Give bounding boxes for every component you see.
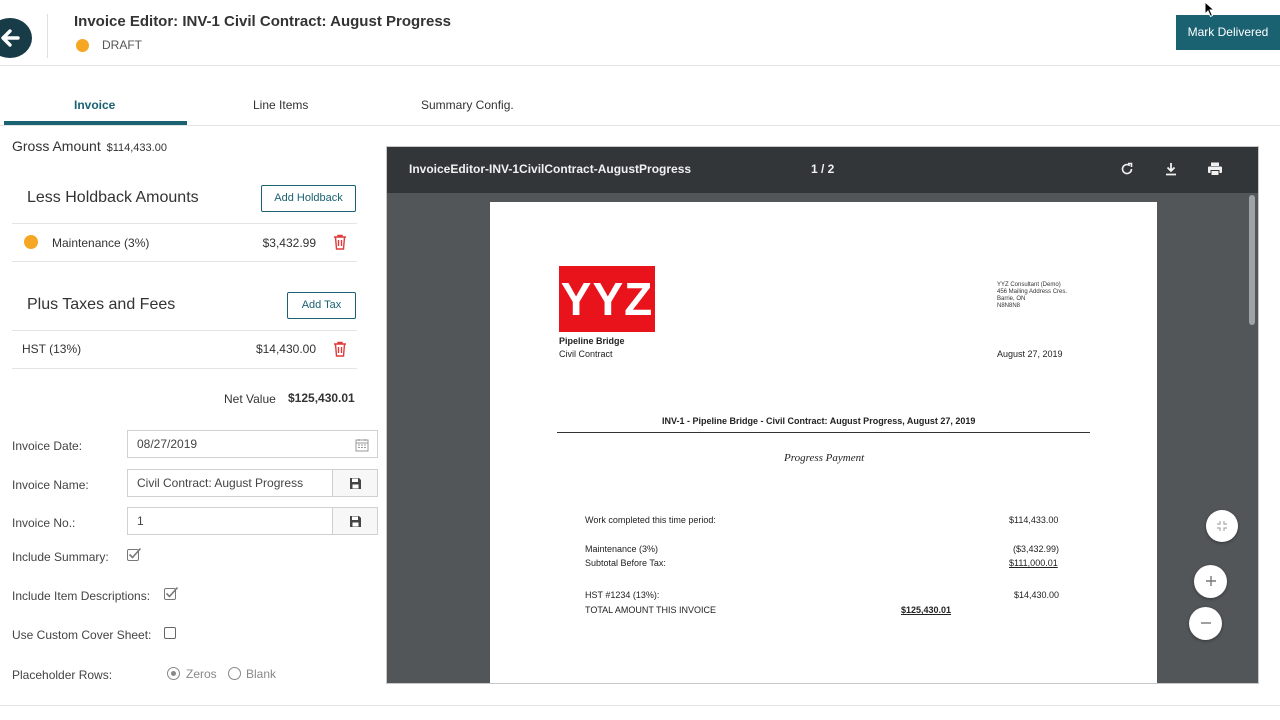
holdback-amount: $3,432.99 xyxy=(262,236,316,250)
include-summary-label: Include Summary: xyxy=(12,550,109,564)
radio-blank-label: Blank xyxy=(246,667,277,681)
invoice-no-input[interactable] xyxy=(127,507,333,535)
radio-blank[interactable] xyxy=(228,667,241,680)
doc-line-label: Maintenance (3%) xyxy=(585,544,659,554)
doc-line-label: TOTAL AMOUNT THIS INVOICE xyxy=(585,605,717,615)
add-tax-button[interactable]: Add Tax xyxy=(287,292,356,319)
pdf-toolbar: InvoiceEditor-INV-1CivilContract-AugustP… xyxy=(387,147,1258,193)
custom-cover-label: Use Custom Cover Sheet: xyxy=(12,628,152,642)
gross-amount-label: Gross Amount xyxy=(12,138,101,154)
download-icon[interactable] xyxy=(1163,161,1179,177)
invoice-date-label: Invoice Date: xyxy=(12,439,83,453)
doc-line-amount: $125,430.01 xyxy=(901,605,952,615)
doc-project: Pipeline Bridge xyxy=(559,336,625,346)
doc-rule xyxy=(557,432,1090,433)
pdf-page: YYZ Pipeline Bridge Civil Contract YYZ C… xyxy=(490,202,1157,683)
doc-line-amount: $14,430.00 xyxy=(1014,590,1060,600)
custom-cover-checkbox[interactable] xyxy=(164,627,176,639)
footer-divider xyxy=(0,705,1280,706)
back-button[interactable] xyxy=(0,18,32,58)
doc-line-label: Subtotal Before Tax: xyxy=(585,558,666,568)
save-name-button[interactable] xyxy=(332,469,378,497)
tab-bar: Invoice Line Items Summary Config. xyxy=(0,86,1280,126)
taxes-section-title: Plus Taxes and Fees xyxy=(27,296,176,313)
mouse-cursor-icon xyxy=(1204,1,1215,18)
divider xyxy=(12,368,357,369)
pdf-viewer: InvoiceEditor-INV-1CivilContract-AugustP… xyxy=(386,146,1259,684)
doc-line-amount: ($3,432.99) xyxy=(1013,544,1060,554)
save-number-button[interactable] xyxy=(332,507,378,535)
divider xyxy=(12,261,357,262)
doc-line-amount: $114,433.00 xyxy=(1009,515,1059,525)
fit-page-button[interactable] xyxy=(1206,510,1238,542)
radio-zeros[interactable] xyxy=(167,667,180,680)
fit-page-icon xyxy=(1217,521,1227,531)
holdback-section-title: Less Holdback Amounts xyxy=(27,189,199,206)
doc-line-label: HST #1234 (13%): xyxy=(585,590,660,600)
tax-label: HST (13%) xyxy=(22,342,82,356)
mark-delivered-button[interactable]: Mark Delivered xyxy=(1176,15,1280,50)
doc-company-line: YYZ Consultant (Demo) xyxy=(997,282,1061,288)
include-descriptions-label: Include Item Descriptions: xyxy=(12,589,151,603)
placeholder-rows-label: Placeholder Rows: xyxy=(12,668,113,682)
trash-icon[interactable] xyxy=(333,341,347,357)
doc-line-label: Work completed this time period: xyxy=(585,515,716,525)
header-divider xyxy=(47,14,48,58)
zoom-out-button[interactable] xyxy=(1189,607,1222,640)
minus-icon xyxy=(1200,622,1211,624)
trash-icon[interactable] xyxy=(333,234,347,250)
gross-amount-value: $114,433.00 xyxy=(106,142,167,154)
doc-company-line: N8N8N8 xyxy=(997,303,1021,309)
company-logo: YYZ xyxy=(559,266,655,332)
status-badge: DRAFT xyxy=(102,38,142,52)
invoice-name-input[interactable] xyxy=(127,469,333,497)
net-value: $125,430.01 xyxy=(288,391,355,405)
doc-subheading: Progress Payment xyxy=(784,452,865,464)
divider xyxy=(12,330,357,331)
invoice-name-label: Invoice Name: xyxy=(12,478,89,492)
page-header: Invoice Editor: INV-1 Civil Contract: Au… xyxy=(0,0,1280,66)
doc-line-amount: $111,000.01 xyxy=(1009,558,1058,568)
zoom-in-button[interactable] xyxy=(1194,565,1227,598)
doc-date: August 27, 2019 xyxy=(997,349,1063,359)
gross-amount: Gross Amount $114,433.00 xyxy=(12,138,167,154)
doc-heading: INV-1 - Pipeline Bridge - Civil Contract… xyxy=(662,416,976,426)
arrow-left-icon xyxy=(1,29,20,47)
invoice-no-label: Invoice No.: xyxy=(12,516,76,530)
pdf-scrollbar[interactable] xyxy=(1249,195,1255,325)
tax-amount: $14,430.00 xyxy=(255,342,316,356)
save-icon xyxy=(350,516,361,527)
add-holdback-button[interactable]: Add Holdback xyxy=(261,185,356,212)
active-tab-indicator xyxy=(4,121,187,125)
page-title: Invoice Editor: INV-1 Civil Contract: Au… xyxy=(74,13,452,30)
divider xyxy=(12,223,357,224)
include-descriptions-checkbox[interactable] xyxy=(164,586,179,600)
invoice-date-input[interactable] xyxy=(127,430,378,458)
status-dot xyxy=(76,39,89,52)
include-summary-checkbox[interactable] xyxy=(127,547,142,561)
pdf-page-indicator: 1 / 2 xyxy=(811,162,835,176)
plus-icon xyxy=(1205,576,1216,586)
tab-line-items[interactable]: Line Items xyxy=(253,98,308,112)
save-icon xyxy=(350,478,361,489)
tab-invoice[interactable]: Invoice xyxy=(74,98,115,112)
holdback-label: Maintenance (3%) xyxy=(52,236,150,250)
radio-zeros-label: Zeros xyxy=(186,667,217,681)
net-value-label: Net Value xyxy=(224,392,276,406)
doc-company-line: 456 Mailing Address Cres. xyxy=(997,289,1068,295)
print-icon[interactable] xyxy=(1207,161,1223,177)
rotate-icon[interactable] xyxy=(1119,161,1135,177)
doc-contract: Civil Contract xyxy=(559,349,613,359)
calendar-icon[interactable] xyxy=(355,438,369,452)
holdback-status-dot xyxy=(24,235,38,249)
doc-company-line: Barrie, ON xyxy=(997,296,1026,302)
tab-summary-config[interactable]: Summary Config. xyxy=(421,98,514,112)
pdf-filename: InvoiceEditor-INV-1CivilContract-AugustP… xyxy=(409,162,692,176)
